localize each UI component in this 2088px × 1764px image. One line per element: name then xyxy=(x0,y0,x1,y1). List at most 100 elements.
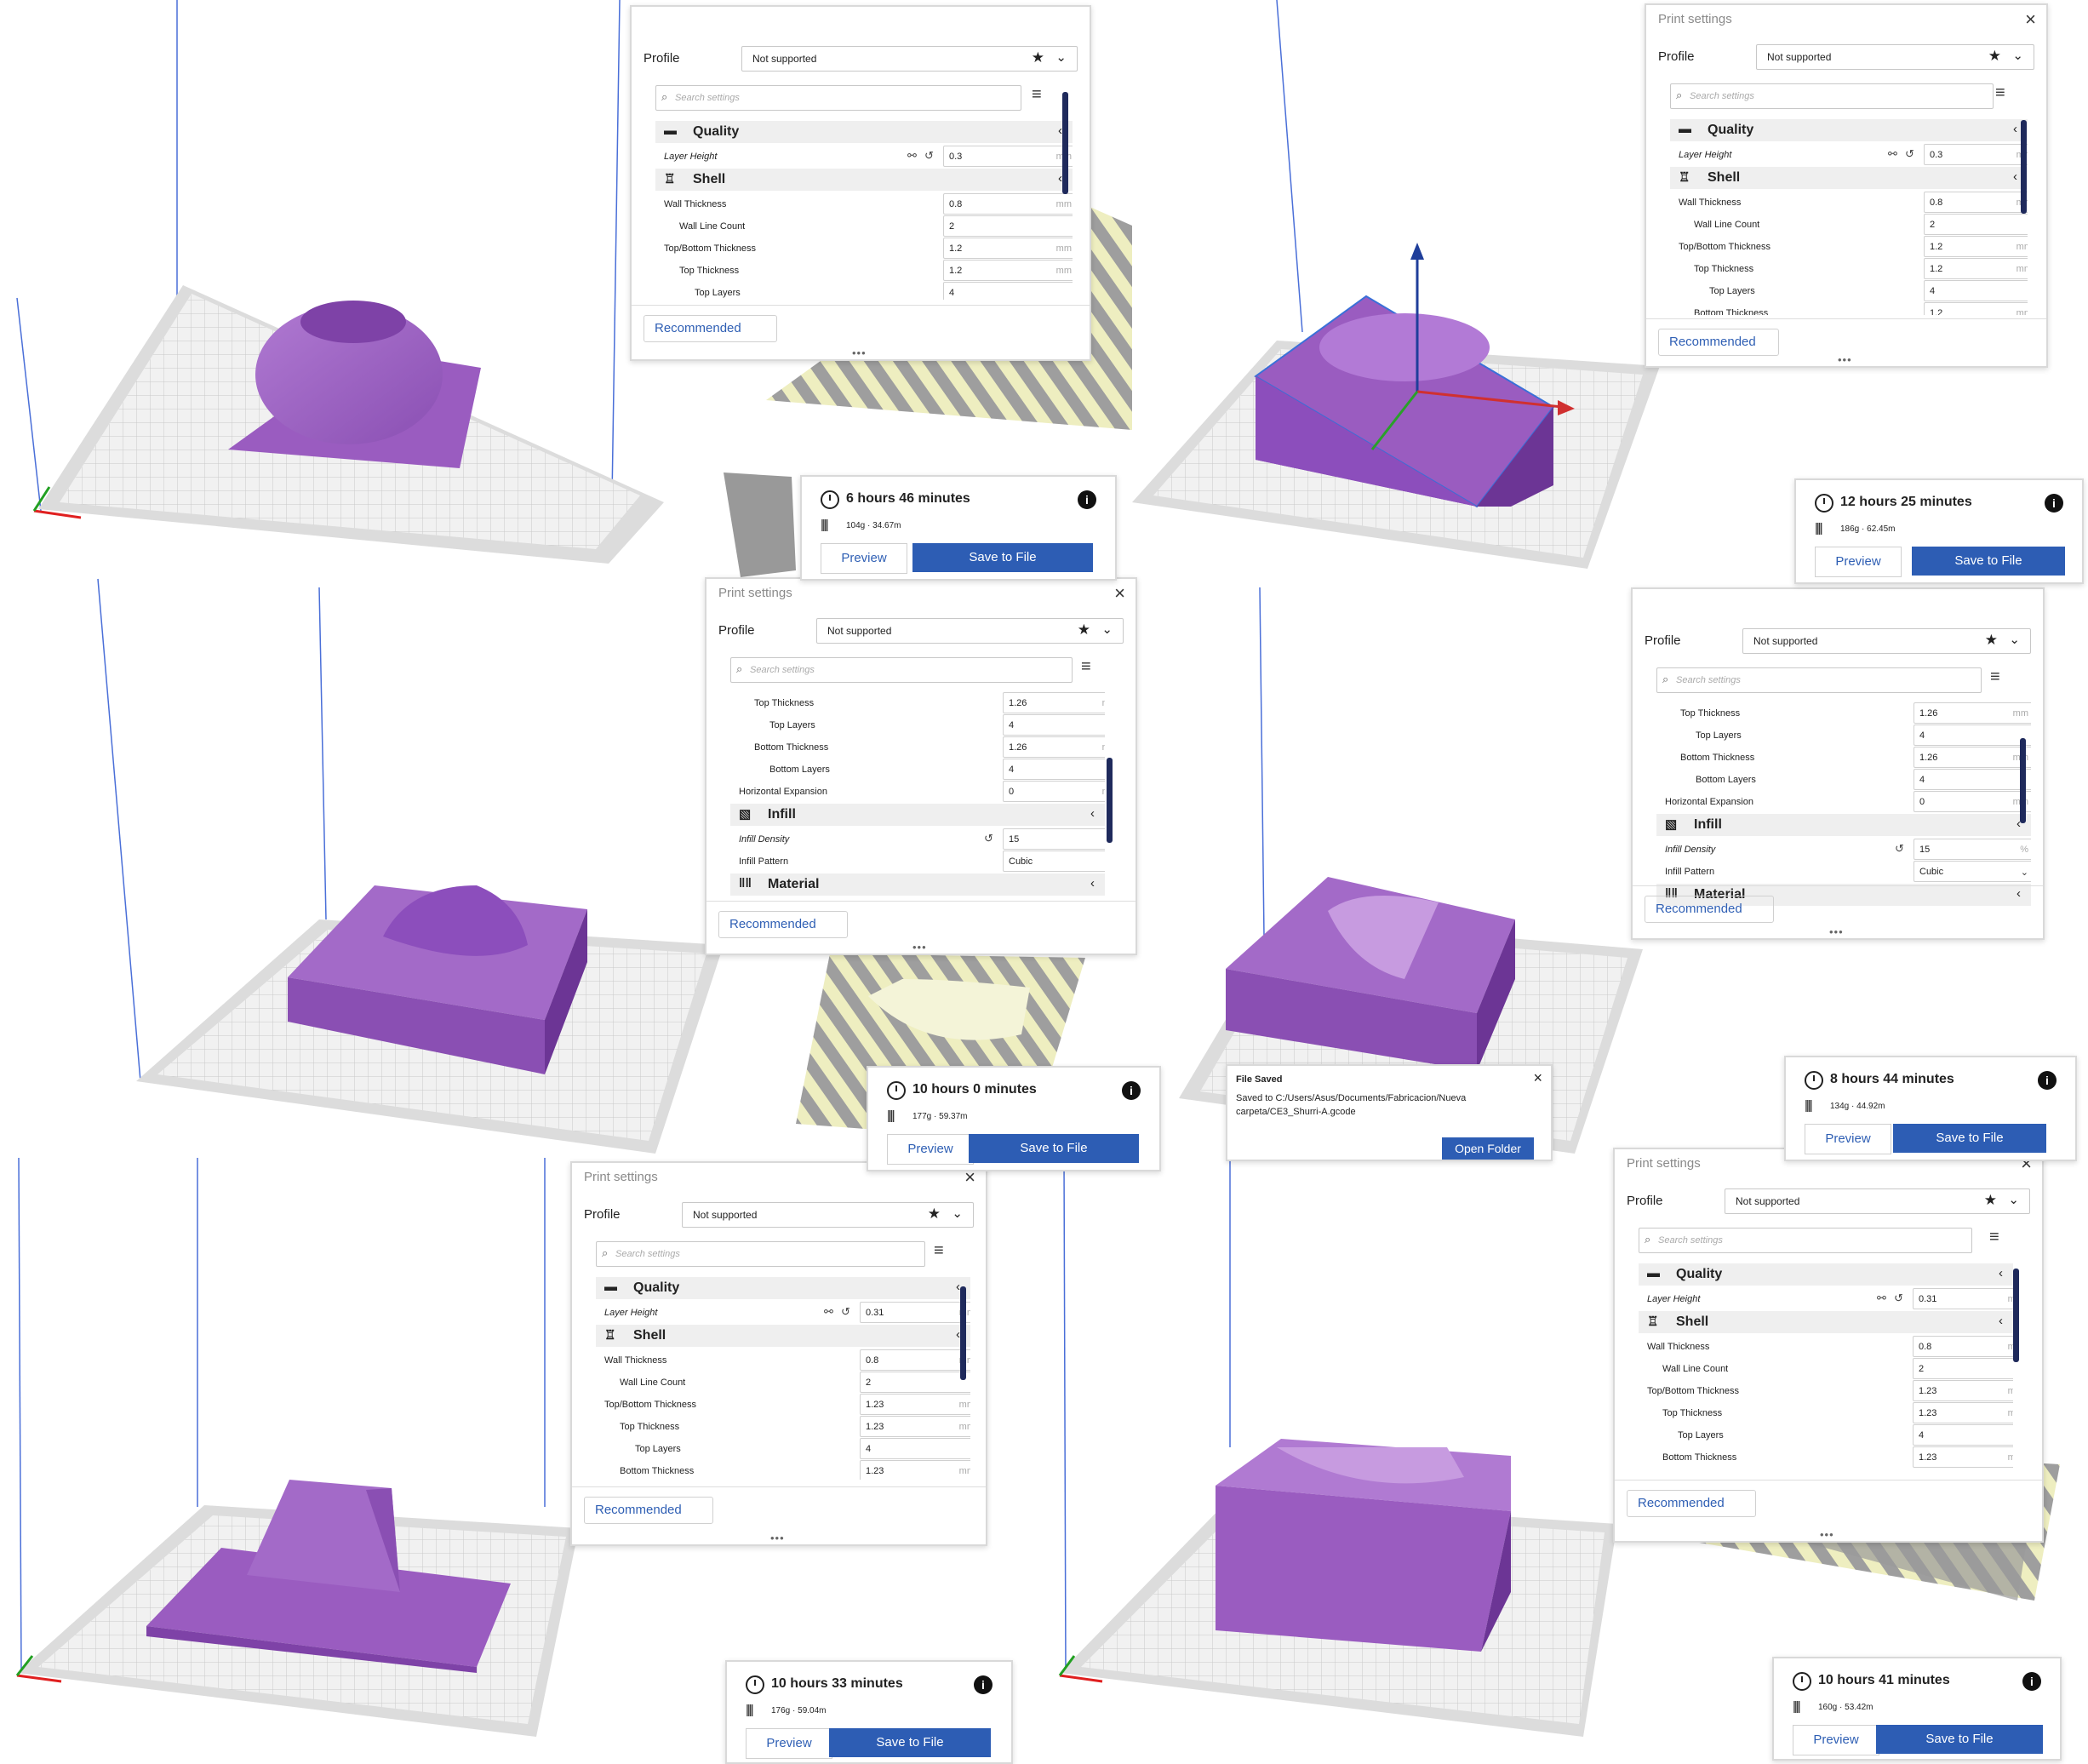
category-infill[interactable]: ▧ Infill ‹ xyxy=(1656,814,2031,836)
info-icon[interactable]: i xyxy=(2038,1071,2057,1090)
star-icon[interactable]: ★ xyxy=(928,1206,941,1223)
reset-icon[interactable]: ↺ xyxy=(924,149,934,163)
setting-value-field[interactable]: 1.23 mm xyxy=(860,1460,970,1480)
recommended-button[interactable]: Recommended xyxy=(1645,896,1774,923)
setting-value-field[interactable]: 0.3mm xyxy=(1924,144,2028,165)
save-to-file-button[interactable]: Save to File xyxy=(829,1728,991,1757)
link-icon[interactable]: ⚯ xyxy=(1877,1292,1886,1305)
recommended-button[interactable]: Recommended xyxy=(1658,329,1779,356)
star-icon[interactable]: ★ xyxy=(1984,1192,1997,1209)
setting-value-field[interactable]: 4 xyxy=(1914,724,2031,746)
close-icon[interactable]: × xyxy=(1533,1069,1542,1087)
setting-value-field[interactable]: 4 xyxy=(1914,769,2031,790)
save-to-file-button[interactable]: Save to File xyxy=(1893,1124,2046,1153)
save-to-file-button[interactable]: Save to File xyxy=(1912,547,2065,576)
recommended-button[interactable]: Recommended xyxy=(1627,1490,1756,1517)
resize-handle[interactable]: ••• xyxy=(1820,1528,1834,1541)
scrollbar[interactable] xyxy=(2021,120,2027,214)
setting-value-field[interactable]: 1.23 mm xyxy=(1913,1446,2013,1468)
setting-value-field[interactable]: Cubic⌄ xyxy=(1003,850,1105,872)
profile-select[interactable]: Not supported ★ ⌄ xyxy=(816,618,1124,644)
category-quality[interactable]: ▬ Quality ‹ xyxy=(1670,119,2028,141)
save-to-file-button[interactable]: Save to File xyxy=(1876,1725,2043,1754)
info-icon[interactable]: i xyxy=(1122,1081,1141,1100)
info-icon[interactable]: i xyxy=(1078,490,1096,509)
info-icon[interactable]: i xyxy=(2045,494,2063,513)
settings-menu-icon[interactable]: ≡ xyxy=(1990,667,2000,687)
setting-value-field[interactable]: 0.3mm xyxy=(943,146,1073,167)
close-icon[interactable]: × xyxy=(1114,582,1125,604)
setting-value-field[interactable]: 0.8mm xyxy=(1913,1336,2013,1357)
resize-handle[interactable]: ••• xyxy=(912,941,927,954)
save-to-file-button[interactable]: Save to File xyxy=(969,1134,1139,1163)
setting-value-field[interactable]: 1.26 mm xyxy=(1003,692,1105,713)
star-icon[interactable]: ★ xyxy=(1078,621,1090,639)
profile-select[interactable]: Not supported ★ ⌄ xyxy=(741,46,1078,72)
category-quality[interactable]: ▬ Quality ‹ xyxy=(655,121,1073,143)
search-input[interactable]: ⌕ Search settings xyxy=(655,85,1021,111)
link-icon[interactable]: ⚯ xyxy=(1888,147,1897,161)
setting-value-field[interactable]: 1.2 mm xyxy=(943,260,1073,281)
resize-handle[interactable]: ••• xyxy=(1838,353,1852,366)
setting-value-field[interactable]: 1.26 mm xyxy=(1914,702,2031,724)
recommended-button[interactable]: Recommended xyxy=(644,315,777,342)
resize-handle[interactable]: ••• xyxy=(1829,925,1844,938)
scrollbar[interactable] xyxy=(2013,1269,2019,1362)
setting-value-field[interactable]: 2 xyxy=(1913,1358,2013,1379)
setting-value-field[interactable]: 1.23 mm xyxy=(1913,1402,2013,1423)
settings-menu-icon[interactable]: ≡ xyxy=(1995,83,2005,103)
setting-value-field[interactable]: 15% xyxy=(1914,839,2031,860)
info-icon[interactable]: i xyxy=(974,1675,993,1694)
setting-value-field[interactable]: 0.31mm xyxy=(1913,1288,2013,1309)
resize-handle[interactable]: ••• xyxy=(770,1532,785,1544)
setting-value-field[interactable]: 2 xyxy=(860,1372,970,1393)
setting-value-field[interactable]: 0.8mm xyxy=(1924,192,2028,213)
link-icon[interactable]: ⚯ xyxy=(907,149,917,163)
star-icon[interactable]: ★ xyxy=(1985,632,1998,649)
setting-value-field[interactable]: 1.2 mm xyxy=(943,238,1073,259)
preview-button[interactable]: Preview xyxy=(821,543,907,574)
profile-select[interactable]: Not supported ★ ⌄ xyxy=(1725,1188,2030,1214)
search-input[interactable]: ⌕ Search settings xyxy=(1656,667,1982,693)
setting-value-field[interactable]: 2 xyxy=(943,215,1073,237)
setting-value-field[interactable]: 1.23 mm xyxy=(860,1416,970,1437)
profile-select[interactable]: Not supported ★ ⌄ xyxy=(1742,628,2031,654)
search-input[interactable]: ⌕ Search settings xyxy=(730,657,1073,683)
settings-menu-icon[interactable]: ≡ xyxy=(1032,85,1042,105)
setting-value-field[interactable]: Cubic⌄ xyxy=(1914,861,2031,882)
profile-select[interactable]: Not supported ★ ⌄ xyxy=(1756,44,2034,70)
setting-value-field[interactable]: 2 xyxy=(1924,214,2028,235)
setting-value-field[interactable]: 1.2 mm xyxy=(1924,236,2028,257)
search-input[interactable]: ⌕ Search settings xyxy=(1639,1228,1972,1253)
setting-value-field[interactable]: 1.23 mm xyxy=(860,1394,970,1415)
setting-value-field[interactable]: 1.2 mm xyxy=(1924,302,2028,315)
setting-value-field[interactable]: 4 xyxy=(860,1438,970,1459)
setting-value-field[interactable]: 0.8mm xyxy=(860,1349,970,1371)
setting-value-field[interactable]: 15% xyxy=(1003,828,1105,850)
category-material[interactable]: ‖‖ Material ‹ xyxy=(730,873,1105,896)
settings-menu-icon[interactable]: ≡ xyxy=(1081,657,1091,677)
reset-icon[interactable]: ↺ xyxy=(984,832,993,845)
preview-button[interactable]: Preview xyxy=(1805,1124,1891,1154)
setting-value-field[interactable]: 1.2 mm xyxy=(1924,258,2028,279)
setting-value-field[interactable]: 4 xyxy=(1003,759,1105,780)
info-icon[interactable]: i xyxy=(2022,1672,2041,1691)
preview-button[interactable]: Preview xyxy=(1793,1725,1879,1755)
preview-button[interactable]: Preview xyxy=(746,1728,832,1759)
save-to-file-button[interactable]: Save to File xyxy=(912,543,1093,572)
category-shell[interactable]: ♖ Shell ‹ xyxy=(655,169,1073,191)
category-shell[interactable]: ♖ Shell ‹ xyxy=(596,1325,970,1347)
scrollbar[interactable] xyxy=(2020,738,2026,823)
category-quality[interactable]: ▬ Quality ‹ xyxy=(596,1277,970,1299)
reset-icon[interactable]: ↺ xyxy=(1905,147,1914,161)
setting-value-field[interactable]: 1.26 mm xyxy=(1003,736,1105,758)
reset-icon[interactable]: ↺ xyxy=(841,1305,850,1319)
link-icon[interactable]: ⚯ xyxy=(824,1305,833,1319)
close-icon[interactable]: × xyxy=(2025,9,2036,31)
scrollbar[interactable] xyxy=(1062,92,1068,194)
scrollbar[interactable] xyxy=(1107,758,1113,843)
category-infill[interactable]: ▧ Infill ‹ xyxy=(730,804,1105,826)
setting-value-field[interactable]: 4 xyxy=(1003,714,1105,736)
star-icon[interactable]: ★ xyxy=(1988,48,2001,65)
setting-value-field[interactable]: 4 xyxy=(1913,1424,2013,1446)
